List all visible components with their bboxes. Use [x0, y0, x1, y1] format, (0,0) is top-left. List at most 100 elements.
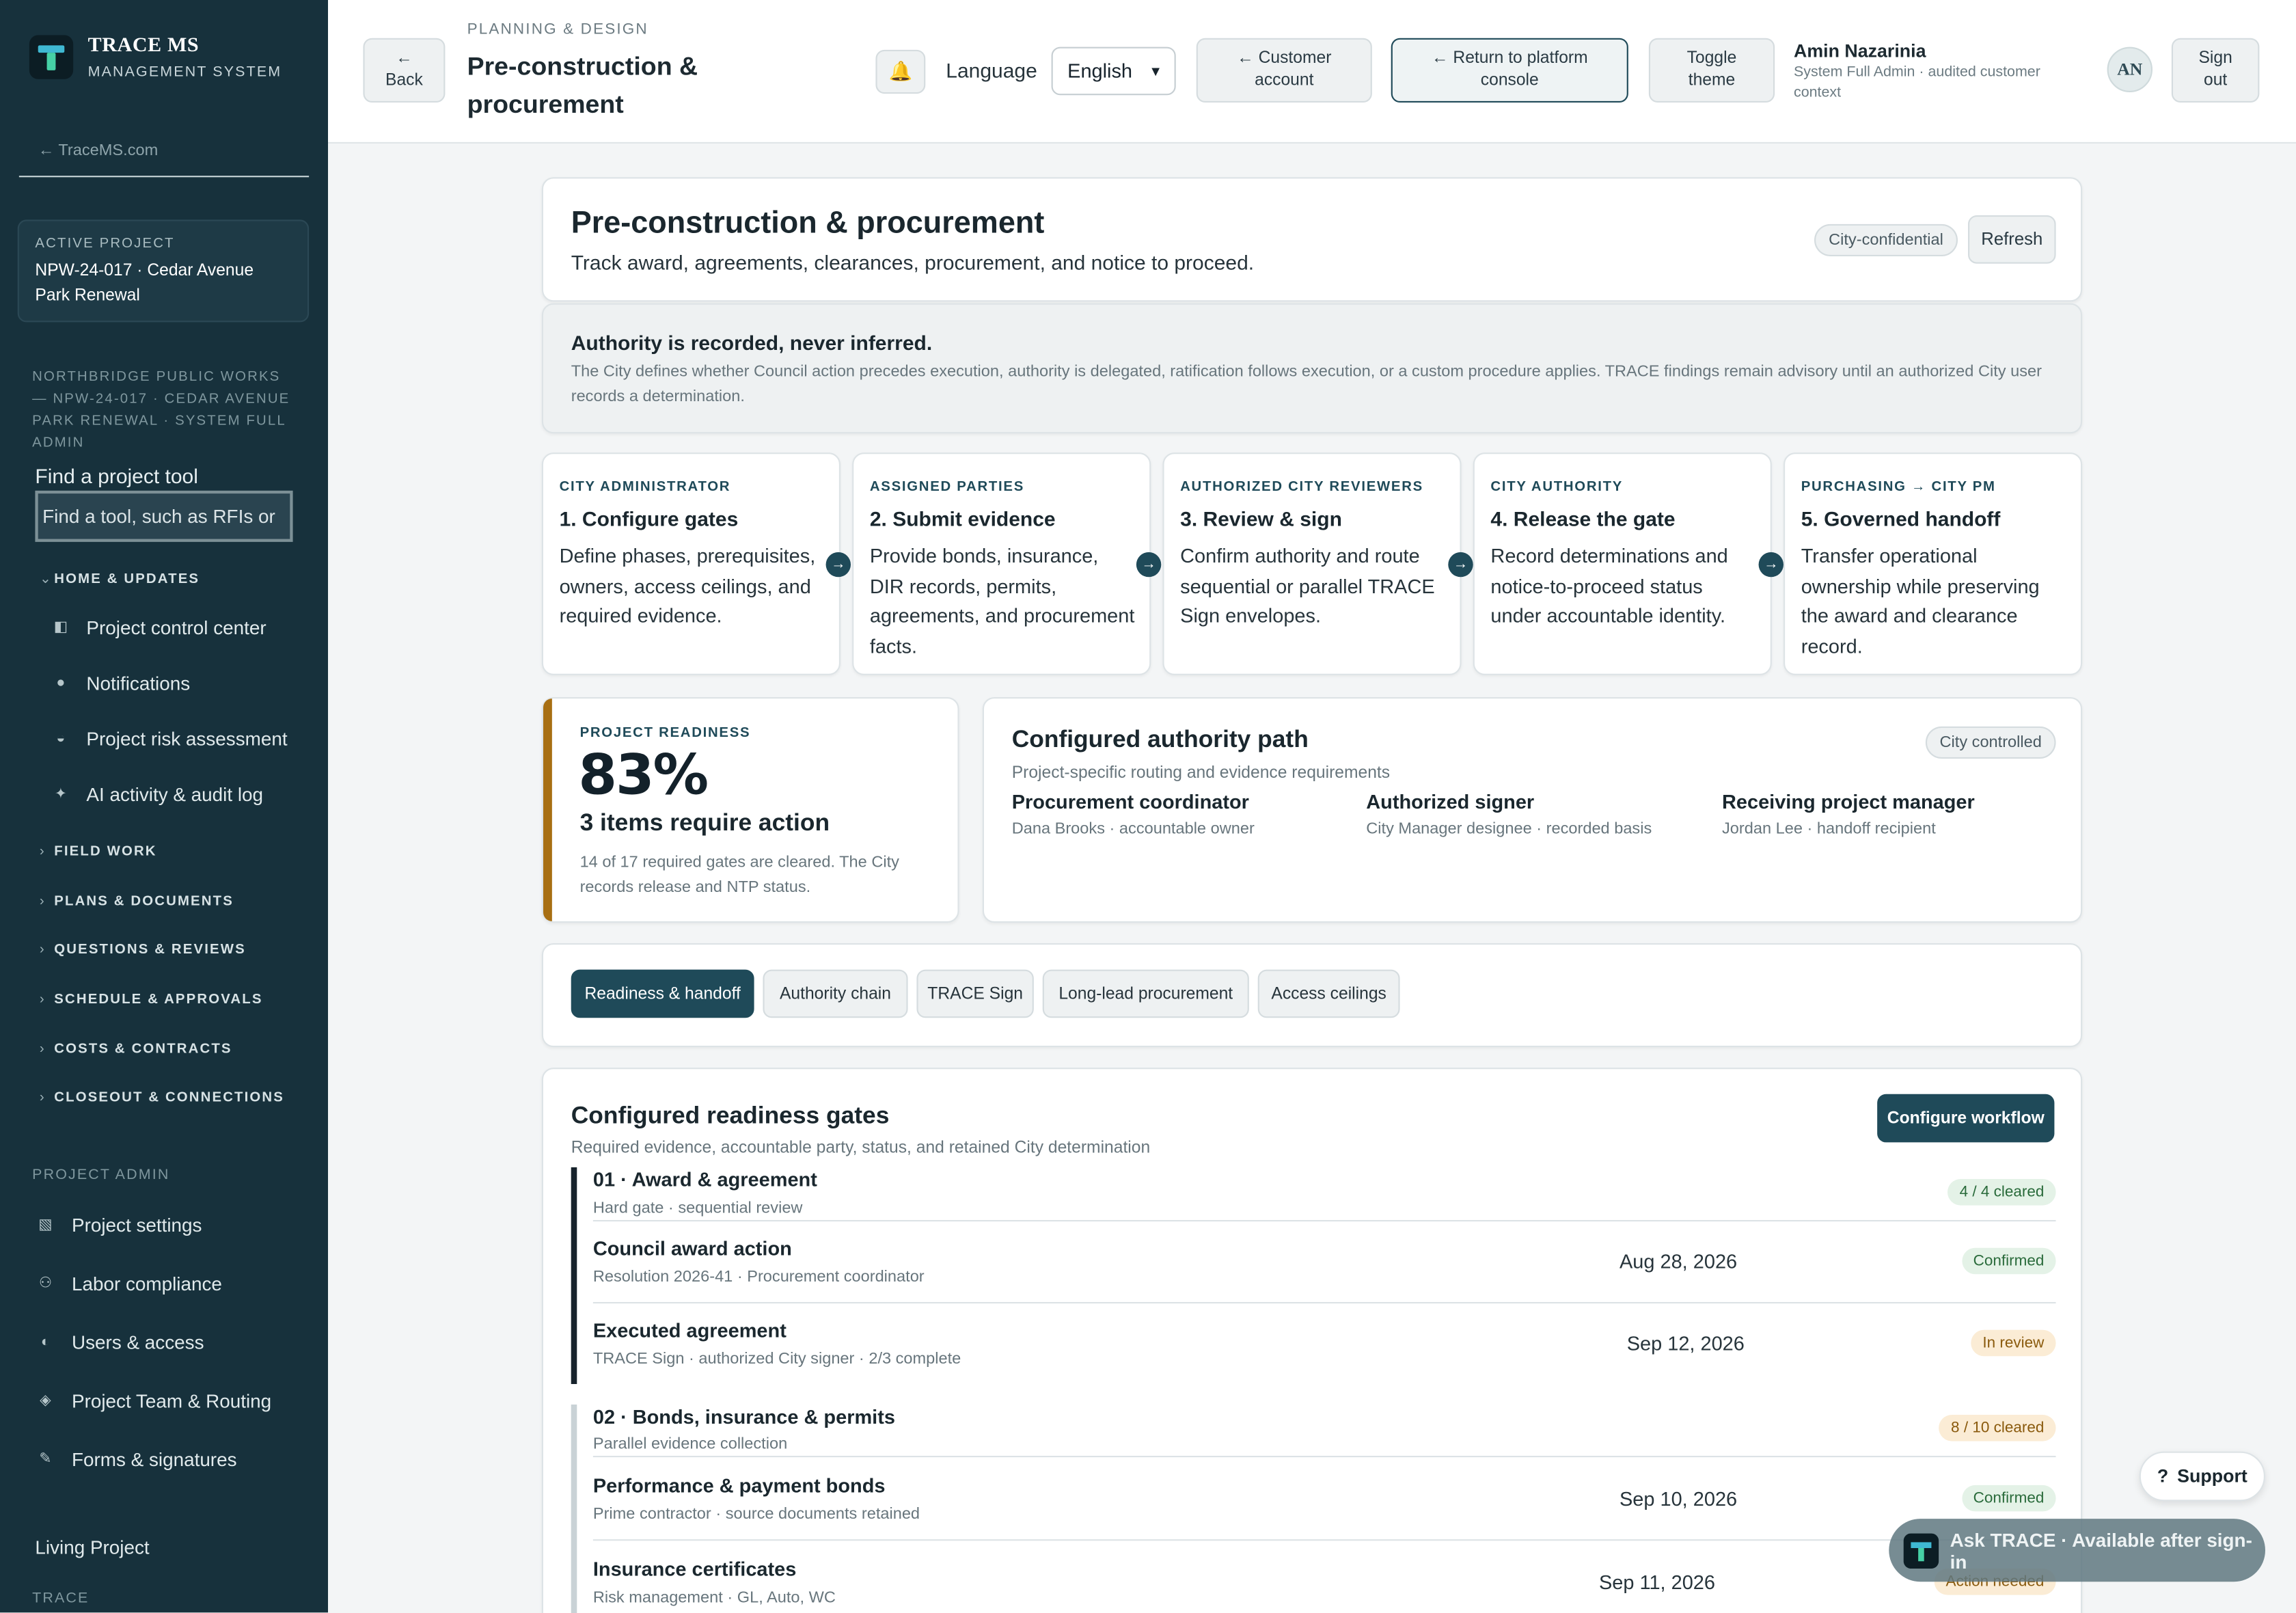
notification-bell-icon[interactable]: 🔔 [875, 49, 926, 94]
return-console-button[interactable]: ← Return to platform console [1391, 38, 1628, 103]
nav-group-home[interactable]: ⌄ HOME & UPDATES [40, 571, 200, 588]
nav-item-ai-activity[interactable]: ✦ AI activity & audit log [53, 783, 263, 805]
nav-item-team-routing[interactable]: ◈ Project Team & Routing [37, 1390, 272, 1412]
help-icon: ? [2157, 1466, 2169, 1487]
nav-item-label: Project settings [72, 1214, 202, 1236]
toggle-theme-button[interactable]: Toggle theme [1648, 38, 1775, 103]
route-icon: ◈ [40, 1392, 51, 1409]
arrow-right-icon: → [1758, 552, 1784, 578]
gate-section-title: 01 · Award & agreement [592, 1169, 817, 1191]
nav-group-costs[interactable]: › COSTS & CONTRACTS [40, 1042, 232, 1058]
tabs-card: Readiness & handoff Authority chain TRAC… [541, 943, 2083, 1048]
gate-row-sub: Resolution 2026-41 · Procurement coordin… [592, 1268, 925, 1286]
nav-item-labor-compliance[interactable]: ⚇ Labor compliance [37, 1273, 222, 1295]
authority-note-title: Authority is recorded, never inferred. [571, 331, 933, 355]
gates-subtitle: Required evidence, accountable party, st… [571, 1139, 1151, 1157]
nav-item-living-project[interactable]: Living Project [35, 1536, 149, 1558]
confidential-badge: City-confidential [1814, 223, 1958, 256]
nav-group-label: QUESTIONS & REVIEWS [54, 941, 246, 958]
nav-item-project-settings[interactable]: ▧ Project settings [37, 1214, 202, 1236]
tab-readiness-handoff[interactable]: Readiness & handoff [571, 969, 754, 1018]
authority-path-title: Configured authority path [1011, 726, 1309, 753]
language-select[interactable]: English ▾ [1051, 46, 1176, 96]
refresh-button[interactable]: Refresh [1968, 215, 2056, 264]
gate-row-title: Insurance certificates [592, 1558, 797, 1581]
user-name: Amin Nazarinia [1794, 41, 1926, 62]
nav-item-label: Notifications [86, 672, 191, 694]
find-tool-label: Find a project tool [35, 464, 198, 488]
tracems-link[interactable]: ← TraceMS.com [38, 142, 159, 160]
nav-group-label: SCHEDULE & APPROVALS [54, 991, 263, 1008]
customer-account-button[interactable]: ← Customer account [1196, 38, 1372, 103]
chevron-right-icon: › [39, 843, 46, 860]
nav-item-label: Users & access [72, 1331, 204, 1353]
arrow-right-icon: → [1136, 552, 1162, 578]
avatar[interactable]: AN [2107, 46, 2152, 92]
gate-row-title: Performance & payment bonds [592, 1474, 886, 1497]
nav-group-field-work[interactable]: › FIELD WORK [40, 843, 157, 860]
tab-trace-sign[interactable]: TRACE Sign [916, 969, 1034, 1018]
nav-item-label: Labor compliance [72, 1273, 222, 1295]
language-label: Language [946, 58, 1037, 82]
ask-trace-button[interactable]: Ask TRACE · Available after sign-in [1889, 1519, 2265, 1582]
authority-note: Authority is recorded, never inferred. T… [541, 303, 2083, 434]
shield-icon: ◐ [40, 1334, 50, 1351]
gate-row-title: Council award action [592, 1237, 792, 1260]
panel-icon: ◧ [53, 619, 68, 636]
step-title: 2. Submit evidence [869, 506, 1056, 530]
page-title: Pre-construction & procurement [467, 51, 698, 119]
nav-item-notifications[interactable]: ● Notifications [53, 673, 190, 694]
status-badge: Confirmed [1961, 1485, 2056, 1512]
gate-count-badge: 4 / 4 cleared [1948, 1179, 2056, 1206]
nav-group-schedule[interactable]: › SCHEDULE & APPROVALS [40, 992, 263, 1008]
nav-item-risk-assessment[interactable]: ◒ Project risk assessment [53, 728, 287, 750]
arrow-right-icon: → [1448, 552, 1473, 578]
nav-item-project-control-center[interactable]: ◧ Project control center [53, 616, 266, 638]
gate-row-date: Aug 28, 2026 [1620, 1251, 1738, 1273]
active-project-value: NPW-24-017 · Cedar Avenue Park Renewal [35, 262, 254, 305]
divider [592, 1302, 2056, 1304]
step-title: 4. Release the gate [1490, 506, 1676, 530]
back-button[interactable]: ← Back [363, 38, 446, 103]
nav-group-plans[interactable]: › PLANS & DOCUMENTS [40, 893, 234, 910]
hero-title: Pre-construction & procurement [571, 206, 1045, 241]
nav-item-label: Project Team & Routing [72, 1390, 272, 1412]
authority-note-text: The City defines whether Council action … [571, 363, 2042, 406]
settings-icon: ▧ [38, 1217, 53, 1234]
tab-authority-chain[interactable]: Authority chain [763, 969, 908, 1018]
authority-path-card: Configured authority path Project-specif… [982, 696, 2083, 923]
divider [592, 1539, 2056, 1541]
chevron-right-icon: › [39, 1041, 46, 1058]
gate-row-sub: Risk management · GL, Auto, WC [592, 1589, 836, 1607]
language-value: English [1067, 59, 1133, 82]
readiness-label: PROJECT READINESS [579, 724, 751, 742]
authority-role-detail: Jordan Lee · handoff recipient [1722, 820, 1936, 838]
user-role: System Full Admin · audited customer con… [1794, 64, 2040, 101]
authority-role: Procurement coordinator Dana Brooks · ac… [1012, 791, 1255, 838]
gate-count-badge: 8 / 10 cleared [1939, 1415, 2056, 1441]
nav-item-users-access[interactable]: ◐ Users & access [37, 1331, 204, 1353]
gate-row-date: Sep 10, 2026 [1620, 1488, 1738, 1510]
sign-out-button[interactable]: Sign out [2171, 38, 2260, 103]
active-project-card[interactable]: ACTIVE PROJECT NPW-24-017 · Cedar Avenue… [17, 219, 310, 323]
step-role: CITY AUTHORITY [1490, 478, 1624, 496]
nav-group-closeout[interactable]: › CLOSEOUT & CONNECTIONS [40, 1089, 284, 1106]
brand[interactable]: TRACE MS MANAGEMENT SYSTEM [29, 35, 282, 81]
step-desc: Define phases, prerequisites, owners, ac… [559, 545, 816, 627]
authority-role-title: Procurement coordinator [1011, 791, 1249, 813]
find-tool-input[interactable] [35, 490, 293, 542]
nav-group-label: CLOSEOUT & CONNECTIONS [54, 1089, 284, 1106]
nav-group-label: HOME & UPDATES [54, 571, 200, 588]
tab-access-ceilings[interactable]: Access ceilings [1257, 969, 1400, 1018]
nav-group-label: PLANS & DOCUMENTS [54, 893, 234, 910]
chevron-right-icon: › [39, 941, 46, 958]
gate-section: 02 · Bonds, insurance & permits Parallel… [571, 1405, 2056, 1613]
support-button[interactable]: ? Support [2139, 1451, 2265, 1502]
authority-role-detail: City Manager designee · recorded basis [1366, 820, 1652, 838]
readiness-items: 3 items require action [579, 810, 830, 837]
gate-section-bar [571, 1405, 577, 1613]
nav-item-forms-signatures[interactable]: ✎ Forms & signatures [37, 1448, 236, 1470]
configure-workflow-button[interactable]: Configure workflow [1877, 1094, 2055, 1143]
nav-group-questions[interactable]: › QUESTIONS & REVIEWS [40, 942, 246, 958]
tab-long-lead-procurement[interactable]: Long-lead procurement [1042, 969, 1249, 1018]
